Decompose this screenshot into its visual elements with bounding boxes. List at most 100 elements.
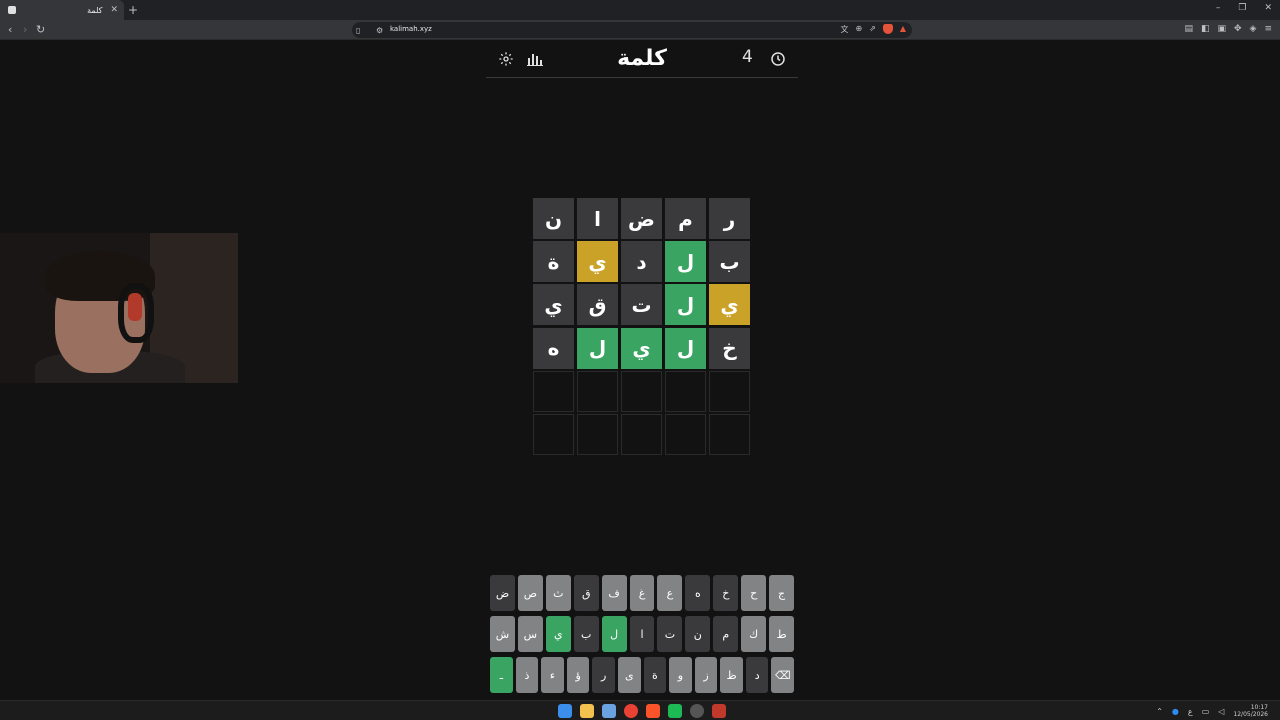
keyboard-key[interactable]: ق (573, 575, 599, 611)
keyboard-row-3: ⌫ د ظ ز و ة ى ر ؤ ء ذ ـ (490, 657, 794, 693)
brave-rewards-icon[interactable]: ▲ (900, 24, 906, 35)
keyboard-key[interactable]: ط (769, 616, 794, 652)
store-icon[interactable] (602, 704, 616, 718)
board-tile: ض (621, 198, 662, 239)
board-tile (709, 413, 750, 455)
board-tile: ق (577, 284, 618, 326)
board-tile: ي (577, 241, 618, 283)
volume-icon[interactable]: ◁ (1218, 707, 1224, 716)
keyboard-key[interactable]: ا (629, 616, 655, 652)
brave-shield-icon[interactable] (882, 24, 893, 34)
vpn-icon[interactable]: ◈ (1250, 24, 1257, 34)
keyboard-key[interactable]: ظ (720, 657, 743, 693)
browser-tab[interactable]: كلمة ✕ (0, 0, 124, 20)
keyboard-key[interactable]: ف (601, 575, 627, 611)
board-tile (709, 370, 750, 412)
board-tile: ل (665, 241, 706, 283)
board-tile: ي (709, 284, 750, 326)
enter-key[interactable]: ـ (490, 657, 513, 693)
system-clock[interactable]: 10:17 12/05/2026 (1233, 704, 1268, 718)
keyboard-key[interactable]: ى (617, 657, 641, 693)
keyboard-key[interactable]: ة (643, 657, 667, 693)
backspace-key[interactable]: ⌫ (771, 657, 794, 693)
board-tile: ا (577, 198, 618, 239)
keyboard-key[interactable]: س (517, 616, 543, 652)
reload-icon[interactable]: ↻ (36, 23, 45, 36)
keyboard-key[interactable]: و (669, 657, 692, 693)
new-tab-icon[interactable]: + (128, 3, 138, 17)
zoom-icon[interactable]: ⊕ (855, 24, 862, 35)
url-text[interactable]: kalimah.xyz (390, 25, 432, 33)
mic-icon[interactable]: ● (1172, 707, 1179, 716)
keyboard-key[interactable]: ع (657, 575, 683, 611)
favicon-icon (8, 6, 16, 14)
forward-icon[interactable]: › (23, 23, 27, 36)
keyboard-key[interactable]: ي (545, 616, 571, 652)
extension-icons: ▤ ◧ ▣ ✥ ◈ ≡ (1184, 24, 1272, 34)
keyboard-key[interactable]: ؤ (566, 657, 590, 693)
keyboard-key[interactable]: ر (592, 657, 615, 693)
tab-title: كلمة (87, 5, 103, 15)
language-indicator[interactable]: ع (1188, 707, 1193, 716)
system-tray: ⌃ ● ع ▭ ◁ 10:17 12/05/2026 (1156, 704, 1268, 718)
keyboard-key[interactable]: ء (541, 657, 564, 693)
keyboard-key[interactable]: ث (545, 575, 571, 611)
minimize-icon[interactable]: – (1216, 3, 1221, 13)
keyboard-key[interactable]: ه (685, 575, 711, 611)
board-tile: ه (533, 327, 574, 369)
keyboard-key[interactable]: ش (490, 616, 515, 652)
restore-icon[interactable]: ❐ (1238, 3, 1246, 13)
extensions-icon[interactable]: ✥ (1234, 24, 1242, 34)
keyboard-key[interactable]: ن (685, 616, 711, 652)
address-bar[interactable]: ▯ ⚙ kalimah.xyz 文 ⊕ ⇗ ▲ (352, 22, 912, 38)
sidebar-icon[interactable]: ▤ (1184, 24, 1193, 34)
translate-icon[interactable]: 文 (840, 24, 848, 35)
close-tab-icon[interactable]: ✕ (110, 5, 118, 15)
taskbar-apps (558, 704, 726, 718)
keyboard-key[interactable]: ض (490, 575, 515, 611)
file-explorer-icon[interactable] (580, 704, 594, 718)
brave-icon[interactable] (646, 704, 660, 718)
board-tile (577, 370, 618, 412)
brave-browser-icon[interactable] (712, 704, 726, 718)
keyboard-key[interactable]: ت (657, 616, 683, 652)
timer-icon[interactable] (769, 50, 787, 68)
keyboard-key[interactable]: ح (741, 575, 767, 611)
keyboard-key[interactable]: ب (573, 616, 599, 652)
streak-counter: 4 (742, 47, 753, 67)
keyboard-key[interactable]: ل (601, 616, 627, 652)
board-tile: ة (533, 241, 574, 283)
app-icon[interactable] (668, 704, 682, 718)
keyboard-key[interactable]: د (745, 657, 769, 693)
chrome-icon[interactable] (624, 704, 638, 718)
keyboard-key[interactable]: ك (741, 616, 767, 652)
board-tile: ت (621, 284, 662, 326)
tray-chevron-icon[interactable]: ⌃ (1156, 707, 1163, 716)
share-icon[interactable]: ⇗ (869, 24, 876, 35)
board-tile (621, 370, 662, 412)
browser-tab-bar: كلمة ✕ + – ❐ ✕ (0, 0, 1280, 20)
bookmark-icon[interactable]: ▯ (356, 26, 360, 35)
keyboard-key[interactable]: م (713, 616, 739, 652)
back-icon[interactable]: ‹ (8, 23, 12, 36)
on-screen-keyboard: جحخهعغفقثصض طكمنتالبيسش ⌫ د ظ ز و ة ى ر ؤ ء ذ ـ (490, 575, 794, 698)
os-taskbar: ⌃ ● ع ▭ ◁ 10:17 12/05/2026 (0, 700, 1280, 720)
board-tile (533, 413, 574, 455)
board-tile: ي (621, 327, 662, 369)
keyboard-key[interactable]: ص (517, 575, 543, 611)
keyboard-key[interactable]: خ (713, 575, 739, 611)
keyboard-key[interactable]: ز (694, 657, 718, 693)
app-icon-2[interactable] (690, 704, 704, 718)
windows-start-icon[interactable] (558, 704, 572, 718)
keyboard-key[interactable]: ج (769, 575, 794, 611)
keyboard-key[interactable]: ذ (515, 657, 539, 693)
panel-icon[interactable]: ◧ (1201, 24, 1210, 34)
site-info-icon[interactable]: ⚙ (376, 26, 383, 35)
keyboard-key[interactable]: غ (629, 575, 655, 611)
menu-icon[interactable]: ≡ (1264, 24, 1272, 34)
wallet-icon[interactable]: ▣ (1217, 24, 1226, 34)
network-icon[interactable]: ▭ (1202, 707, 1210, 716)
close-window-icon[interactable]: ✕ (1264, 3, 1272, 13)
game-header: كلمة 4 (486, 40, 798, 78)
board-tile (533, 370, 574, 412)
